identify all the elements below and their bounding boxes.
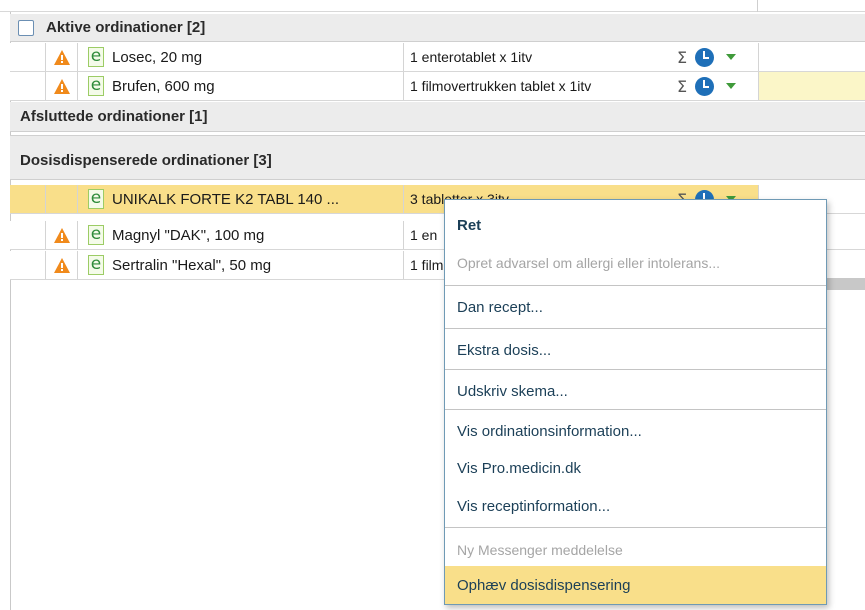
row-checkbox-cell[interactable] xyxy=(10,185,46,213)
medication-name-cell[interactable]: e Brufen, 600 mg xyxy=(78,72,404,100)
group-title-dose-dispensed: Dosisdispenserede ordinationer [3] xyxy=(20,152,272,169)
medication-name-cell[interactable]: e UNIKALK FORTE K2 TABL 140 ... xyxy=(78,185,404,213)
e-medication-icon: e xyxy=(88,189,104,209)
medication-name-cell[interactable]: e Magnyl "DAK", 100 mg xyxy=(78,221,404,249)
row-icons: Σ xyxy=(661,43,759,71)
dose-text: 1 film xyxy=(410,257,444,273)
warning-cell-empty xyxy=(46,185,78,213)
menu-separator xyxy=(445,328,826,329)
dropdown-arrow-icon[interactable] xyxy=(726,83,737,89)
medication-name: UNIKALK FORTE K2 TABL 140 ... xyxy=(112,190,340,208)
group-header-active[interactable]: Aktive ordinationer [2] xyxy=(10,14,865,42)
clock-icon[interactable] xyxy=(695,76,715,96)
dose-text: 1 enterotablet x 1itv xyxy=(410,49,533,65)
menu-item-show-promedicin[interactable]: Vis Pro.medicin.dk xyxy=(445,449,826,487)
column-divider xyxy=(757,0,758,12)
table-row[interactable]: e Losec, 20 mg 1 enterotablet x 1itv Σ xyxy=(10,43,865,72)
select-all-checkbox[interactable] xyxy=(18,19,34,36)
e-medication-icon: e xyxy=(88,47,104,67)
menu-item-extra-dose[interactable]: Ekstra dosis... xyxy=(445,331,826,369)
row-icons: Σ xyxy=(661,72,759,100)
row-checkbox-cell[interactable] xyxy=(10,251,46,279)
group-header-ended[interactable]: Afsluttede ordinationer [1] xyxy=(10,102,865,132)
dose-cell: 1 filmovertrukken tablet x 1itv xyxy=(404,72,661,100)
sigma-icon[interactable]: Σ xyxy=(677,48,687,67)
row-checkbox-cell[interactable] xyxy=(10,72,46,100)
dropdown-arrow-icon[interactable] xyxy=(726,54,737,60)
menu-item-print-schedule[interactable]: Udskriv skema... xyxy=(445,372,826,410)
menu-item-cancel-dose-dispensing[interactable]: Ophæv dosisdispensering xyxy=(445,566,826,604)
warning-icon xyxy=(46,251,78,279)
menu-item-create-prescription[interactable]: Dan recept... xyxy=(445,288,826,326)
e-medication-icon: e xyxy=(88,76,104,96)
medication-name-cell[interactable]: e Sertralin "Hexal", 50 mg xyxy=(78,251,404,279)
medication-name: Magnyl "DAK", 100 mg xyxy=(112,226,265,244)
menu-item-show-ordination-info[interactable]: Vis ordinationsinformation... xyxy=(445,412,826,450)
medication-name: Sertralin "Hexal", 50 mg xyxy=(112,256,272,274)
dose-cell: 1 enterotablet x 1itv xyxy=(404,43,661,71)
group-title-ended: Afsluttede ordinationer [1] xyxy=(20,108,208,125)
medication-name: Losec, 20 mg xyxy=(112,48,203,66)
row-checkbox-cell[interactable] xyxy=(10,221,46,249)
table-row[interactable]: e Brufen, 600 mg 1 filmovertrukken table… xyxy=(10,72,865,101)
e-medication-icon: e xyxy=(88,225,104,245)
medication-name-cell[interactable]: e Losec, 20 mg xyxy=(78,43,404,71)
top-border xyxy=(0,0,865,12)
medication-name: Brufen, 600 mg xyxy=(112,77,215,95)
menu-separator xyxy=(445,369,826,370)
menu-item-new-messenger-message: Ny Messenger meddelelse xyxy=(457,542,623,558)
e-medication-icon: e xyxy=(88,255,104,275)
menu-separator xyxy=(445,527,826,528)
clock-icon[interactable] xyxy=(695,47,715,67)
dose-text: 1 en xyxy=(410,227,438,243)
sigma-icon[interactable]: Σ xyxy=(677,77,687,96)
row-tail-cell xyxy=(759,72,865,100)
dose-text: 1 filmovertrukken tablet x 1itv xyxy=(410,78,592,94)
menu-item-ret[interactable]: Ret xyxy=(445,206,826,244)
group-title-active: Aktive ordinationer [2] xyxy=(46,19,206,36)
warning-icon xyxy=(46,43,78,71)
context-menu: Ret Opret advarsel om allergi eller into… xyxy=(444,199,827,605)
warning-icon xyxy=(46,72,78,100)
menu-separator xyxy=(445,285,826,286)
row-tail-cell xyxy=(759,43,865,71)
menu-item-show-prescription-info[interactable]: Vis receptinformation... xyxy=(445,487,826,525)
menu-item-create-allergy-warning: Opret advarsel om allergi eller intolera… xyxy=(457,255,721,271)
scrollbar-thumb[interactable] xyxy=(827,278,865,290)
warning-icon xyxy=(46,221,78,249)
menu-separator xyxy=(445,409,826,410)
group-header-dose-dispensed[interactable]: Dosisdispenserede ordinationer [3] xyxy=(10,135,865,180)
row-checkbox-cell[interactable] xyxy=(10,43,46,71)
